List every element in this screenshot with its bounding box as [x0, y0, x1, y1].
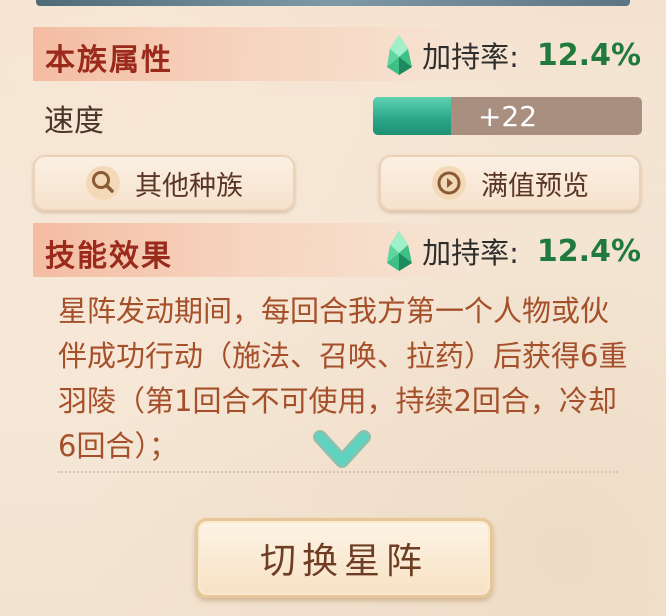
other-races-label: 其他种族 — [135, 170, 243, 202]
skill-effect-title: 技能效果 — [45, 239, 173, 274]
max-preview-label: 满值预览 — [481, 170, 589, 202]
bonus-rate-value: 12.4% — [536, 233, 641, 269]
speed-value: +22 — [477, 99, 538, 133]
preview-eye-icon — [432, 166, 466, 200]
max-preview-button[interactable]: 满值预览 — [379, 155, 641, 211]
speed-label: 速度 — [44, 104, 104, 139]
bonus-rate-value: 12.4% — [536, 37, 641, 73]
bonus-rate-label: 加持率: — [422, 236, 519, 270]
race-attributes-title: 本族属性 — [45, 43, 173, 78]
description-divider — [58, 471, 618, 473]
race-attributes-header: 本族属性 加持率: 12.4% — [33, 27, 653, 81]
bonus-rate-label: 加持率: — [422, 40, 519, 74]
green-crystal-icon — [387, 231, 413, 271]
top-frame-strip — [36, 0, 630, 6]
switch-formation-label: 切换星阵 — [259, 541, 428, 582]
race-bonus-rate: 加持率: 12.4% — [382, 33, 641, 77]
magnifier-icon — [86, 166, 120, 200]
green-crystal-icon — [387, 35, 413, 75]
chevron-down-icon[interactable] — [312, 427, 372, 475]
switch-formation-button[interactable]: 切换星阵 — [195, 518, 493, 598]
other-races-button[interactable]: 其他种族 — [33, 155, 295, 211]
skill-effect-header: 技能效果 加持率: 12.4% — [33, 223, 653, 277]
speed-progress-bar: +22 — [373, 97, 642, 135]
skill-bonus-rate: 加持率: 12.4% — [382, 229, 641, 273]
